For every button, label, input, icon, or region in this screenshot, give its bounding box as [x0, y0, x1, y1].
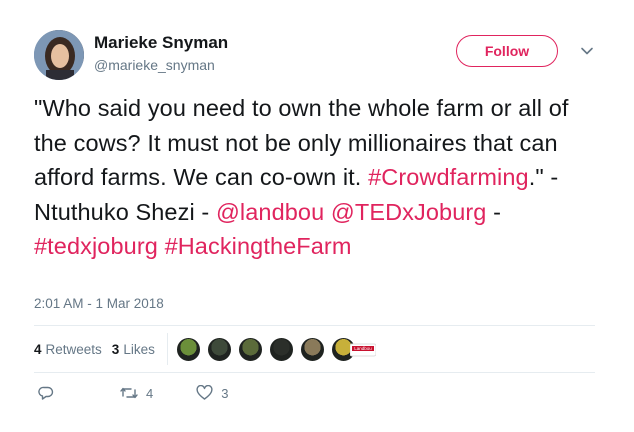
- display-name[interactable]: Marieke Snyman: [94, 33, 228, 53]
- likes-count: 3: [111, 342, 120, 357]
- liker-avatar[interactable]: [207, 337, 232, 362]
- retweet-icon: [120, 385, 138, 401]
- likers-list: [176, 337, 362, 362]
- chevron-down-icon[interactable]: [580, 44, 594, 58]
- liker-avatar[interactable]: [269, 337, 294, 362]
- retweet-button[interactable]: 4: [120, 385, 153, 401]
- reply-icon: [38, 385, 54, 401]
- retweets-stat[interactable]: 4 Retweets: [34, 342, 102, 357]
- landbou-logo-text: Landbou: [354, 346, 372, 351]
- tweet-timestamp[interactable]: 2:01 AM - 1 Mar 2018: [34, 296, 164, 311]
- divider: [34, 372, 595, 373]
- user-handle[interactable]: @marieke_snyman: [94, 57, 215, 73]
- liker-avatar[interactable]: [238, 337, 263, 362]
- liker-avatar[interactable]: [300, 337, 325, 362]
- tweet-text-segment: -: [486, 198, 502, 225]
- retweets-count: 4: [34, 342, 42, 357]
- follow-button[interactable]: Follow: [456, 35, 558, 67]
- divider: [167, 333, 168, 365]
- reply-button[interactable]: [38, 385, 54, 401]
- hashtag-crowdfarming[interactable]: #Crowdfarming: [368, 164, 529, 190]
- like-button[interactable]: 3: [196, 385, 228, 401]
- hashtag-hackingthefarm[interactable]: #HackingtheFarm: [165, 233, 352, 259]
- retweets-label: Retweets: [45, 342, 102, 357]
- liker-avatar[interactable]: [176, 337, 201, 362]
- tweet-stats: 4 Retweets 3 Likes: [34, 342, 165, 357]
- like-count: 3: [221, 385, 229, 401]
- liker-avatar-landbou[interactable]: Landbou: [349, 340, 377, 360]
- avatar[interactable]: [34, 30, 84, 80]
- retweet-count: 4: [146, 385, 154, 401]
- mention-tedxjoburg[interactable]: @TEDxJoburg: [331, 199, 487, 225]
- heart-icon: [196, 385, 213, 401]
- divider: [34, 325, 595, 326]
- mention-landbou[interactable]: @landbou: [216, 199, 324, 225]
- tweet-actions: 4 3: [34, 385, 228, 401]
- hashtag-tedxjoburg[interactable]: #tedxjoburg: [34, 233, 158, 259]
- likes-label: Likes: [123, 342, 155, 357]
- tweet-text: "Who said you need to own the whole farm…: [34, 91, 604, 264]
- likes-stat[interactable]: 3 Likes: [112, 342, 155, 357]
